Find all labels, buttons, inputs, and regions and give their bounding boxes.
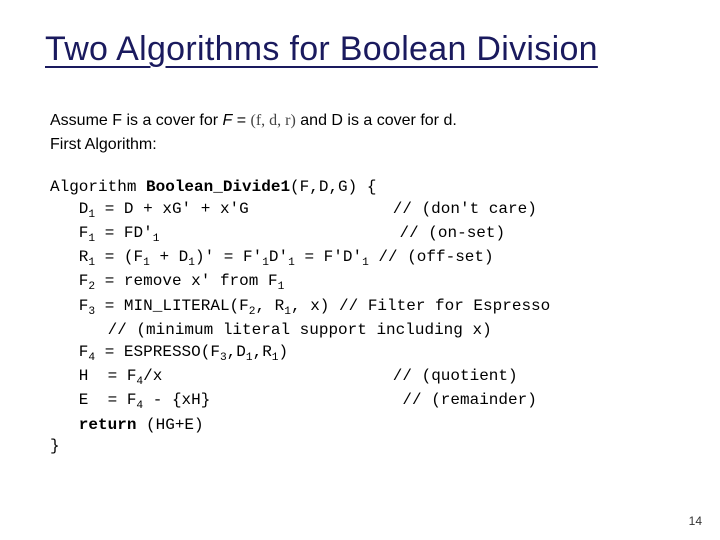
r1-a: R [50, 248, 88, 266]
f3-c: , R [255, 297, 284, 315]
f1-a: F [50, 224, 88, 242]
page-number: 14 [689, 514, 702, 528]
close: } [50, 437, 60, 455]
f3-e: // (minimum literal support including x) [50, 321, 492, 339]
f4-e: ) [279, 343, 289, 361]
intro1-e: and D is a cover for d. [296, 112, 457, 129]
intro-line-2: First Algorithm: [50, 133, 670, 157]
f2-a: F [50, 272, 88, 290]
intro-block: Assume F is a cover for F = (f, d, r) an… [50, 109, 670, 157]
intro1-d: (f, d, r) [251, 112, 296, 129]
f2-b: = remove x' from F [95, 272, 277, 290]
r1-f: = F'D' [295, 248, 362, 266]
f3-b: = MIN_LITERAL(F [95, 297, 249, 315]
intro1-c: = [232, 112, 250, 129]
f4-a: F [50, 343, 88, 361]
intro-line-1: Assume F is a cover for F = (f, d, r) an… [50, 109, 670, 133]
e-b: - {xH} // (remainder) [143, 391, 537, 409]
r1-c: + D [150, 248, 188, 266]
f4-b: = ESPRESSO(F [95, 343, 220, 361]
f4-d: ,R [253, 343, 272, 361]
intro1-b: F [223, 112, 233, 129]
r1-g: // (off-set) [369, 248, 494, 266]
sig-c: (F,D,G) { [290, 178, 376, 196]
h-b: /x // (quotient) [143, 367, 517, 385]
sig-a: Algorithm [50, 178, 146, 196]
d1-b: = D + xG' + x'G // (don't care) [95, 200, 537, 218]
sig-b: Boolean_Divide1 [146, 178, 290, 196]
r1-d: )' = F' [195, 248, 262, 266]
f1-b: = FD' [95, 224, 153, 242]
d1-a: D [50, 200, 88, 218]
algorithm-block: Algorithm Boolean_Divide1(F,D,G) { D1 = … [50, 177, 670, 458]
e-a: E = F [50, 391, 136, 409]
ret2: (HG+E) [136, 416, 203, 434]
r1-e: D' [269, 248, 288, 266]
r1-b: = (F [95, 248, 143, 266]
f1-c: // (on-set) [159, 224, 505, 242]
f3-a: F [50, 297, 88, 315]
ret: return [50, 416, 136, 434]
intro1-a: Assume F is a cover for [50, 112, 223, 129]
f3-d: , x) // Filter for Espresso [291, 297, 550, 315]
slide-title: Two Algorithms for Boolean Division [45, 30, 670, 69]
f4-c: ,D [227, 343, 246, 361]
h-a: H = F [50, 367, 136, 385]
